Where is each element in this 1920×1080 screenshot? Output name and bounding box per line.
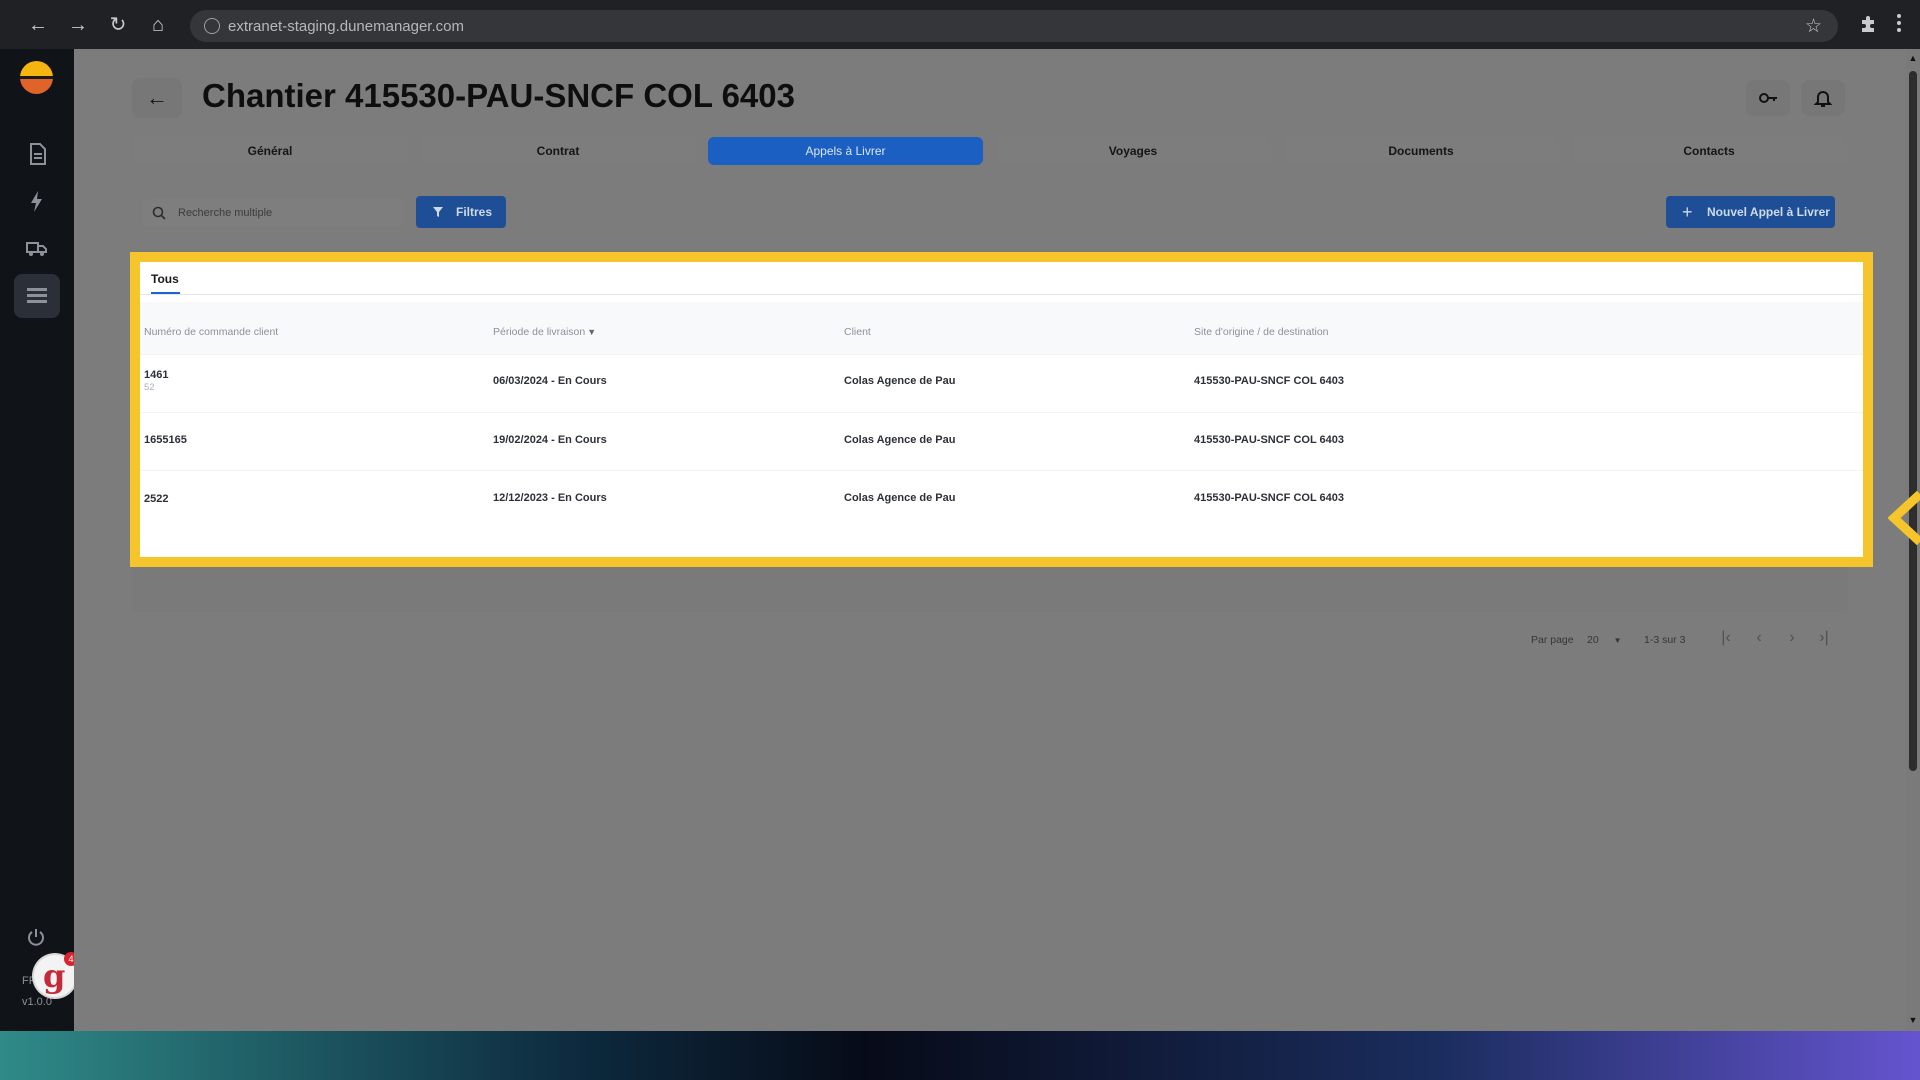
filters-button[interactable]: Filtres [416,196,506,228]
tab-documents[interactable]: Documents [1283,137,1559,165]
tab-tous[interactable]: Tous [151,272,179,286]
site-name: 415530-PAU-SNCF COL 6403 [1194,375,1344,387]
column-header-site[interactable]: Site d'origine / de destination [1194,326,1329,338]
new-appel-button[interactable]: + Nouvel Appel à Livrer [1666,196,1835,228]
table-row[interactable]: 1655165 19/02/2024 - En Cours Colas Agen… [140,412,1863,470]
table-row[interactable]: 2522 12/12/2023 - En Cours Colas Agence … [140,470,1863,528]
delivery-period: 19/02/2024 - En Cours [493,434,607,446]
search-input[interactable] [178,199,394,227]
column-header-client[interactable]: Client [844,326,871,338]
back-arrow-icon[interactable]: ← [26,13,50,37]
key-icon [1759,93,1777,103]
client-name: Colas Agence de Pau [844,434,956,446]
browser-toolbar: ← → ↻ ⌂ extranet-staging.dunemanager.com… [0,0,1920,49]
lightning-icon[interactable] [24,188,50,214]
reload-icon[interactable]: ↻ [106,13,130,37]
table-header: Numéro de commande client Période de liv… [140,302,1863,354]
bell-icon [1813,91,1833,107]
column-header-period[interactable]: Période de livraison ▼ [493,326,596,338]
site-name: 415530-PAU-SNCF COL 6403 [1194,434,1344,446]
highlight-frame: Tous Numéro de commande client Période d… [130,252,1873,567]
forward-arrow-icon[interactable]: → [66,13,90,37]
tab-general[interactable]: Général [132,137,408,165]
sidebar: FR v1.0.0 [0,49,74,1031]
page-title: Chantier 415530-PAU-SNCF COL 6403 [202,77,795,114]
scroll-down-icon[interactable]: ▼ [1908,1015,1918,1025]
delivery-period: 12/12/2023 - En Cours [493,492,607,504]
order-sub-number: 52 [144,382,155,393]
search-icon [152,206,166,220]
desktop-background-strip [0,1031,1920,1080]
scroll-up-icon[interactable]: ▲ [1908,53,1918,63]
site-info-icon[interactable] [204,18,220,34]
home-icon[interactable]: ⌂ [146,13,170,37]
last-page-icon[interactable]: ›| [1815,629,1833,647]
filter-icon [433,207,443,217]
per-page-label: Par page [1531,634,1574,646]
notifications-button[interactable] [1801,80,1845,116]
truck-icon[interactable] [24,234,50,260]
plus-icon: + [1682,202,1693,222]
sort-down-icon[interactable]: ▼ [587,327,596,337]
site-name: 415530-PAU-SNCF COL 6403 [1194,492,1344,504]
order-number: 1655165 [144,434,187,446]
order-number: 1461 [144,369,169,381]
next-page-icon[interactable]: › [1783,629,1801,647]
client-name: Colas Agence de Pau [844,375,956,387]
document-icon[interactable] [24,141,50,167]
dropdown-arrow-icon: ▼ [1613,636,1622,645]
column-header-period-label: Période de livraison [493,326,586,338]
scrollbar-thumb[interactable] [1909,71,1917,771]
new-appel-button-label: Nouvel Appel à Livrer [1707,205,1830,219]
support-widget[interactable]: g 4 [34,952,78,997]
search-field[interactable] [142,199,404,227]
table-row[interactable]: 1461 52 06/03/2024 - En Cours Colas Agen… [140,354,1863,412]
tab-contacts[interactable]: Contacts [1571,137,1847,165]
version-label: v1.0.0 [22,996,52,1008]
tab-contrat[interactable]: Contrat [420,137,696,165]
extensions-puzzle-icon[interactable] [1858,13,1880,35]
first-page-icon[interactable]: |‹ [1717,629,1735,647]
app-logo[interactable] [20,61,53,94]
divider [140,294,1863,295]
order-number: 2522 [144,493,169,505]
pagination-range: 1-3 sur 3 [1644,634,1686,646]
bookmark-star-icon[interactable]: ☆ [1805,15,1822,38]
guide-arrow-icon [1888,490,1920,546]
address-bar[interactable]: extranet-staging.dunemanager.com ☆ [190,10,1838,42]
per-page-value: 20 [1587,634,1599,646]
url-text: extranet-staging.dunemanager.com [228,18,464,35]
tab-voyages[interactable]: Voyages [995,137,1271,165]
tab-appels-a-livrer[interactable]: Appels à Livrer [708,137,983,165]
delivery-period: 06/03/2024 - En Cours [493,375,607,387]
previous-page-icon[interactable]: ‹ [1750,629,1768,647]
browser-menu-icon[interactable] [1896,14,1902,34]
support-widget-logo-icon: g [43,957,66,995]
power-icon[interactable] [26,927,46,947]
key-button[interactable] [1746,80,1790,116]
column-header-order[interactable]: Numéro de commande client [144,326,278,338]
list-icon[interactable] [24,283,50,309]
client-name: Colas Agence de Pau [844,492,956,504]
per-page-select[interactable]: 20 ▼ [1587,634,1622,646]
back-button[interactable]: ← [132,78,182,118]
filters-button-label: Filtres [456,205,493,219]
table-panel: Tous Numéro de commande client Période d… [140,262,1863,557]
